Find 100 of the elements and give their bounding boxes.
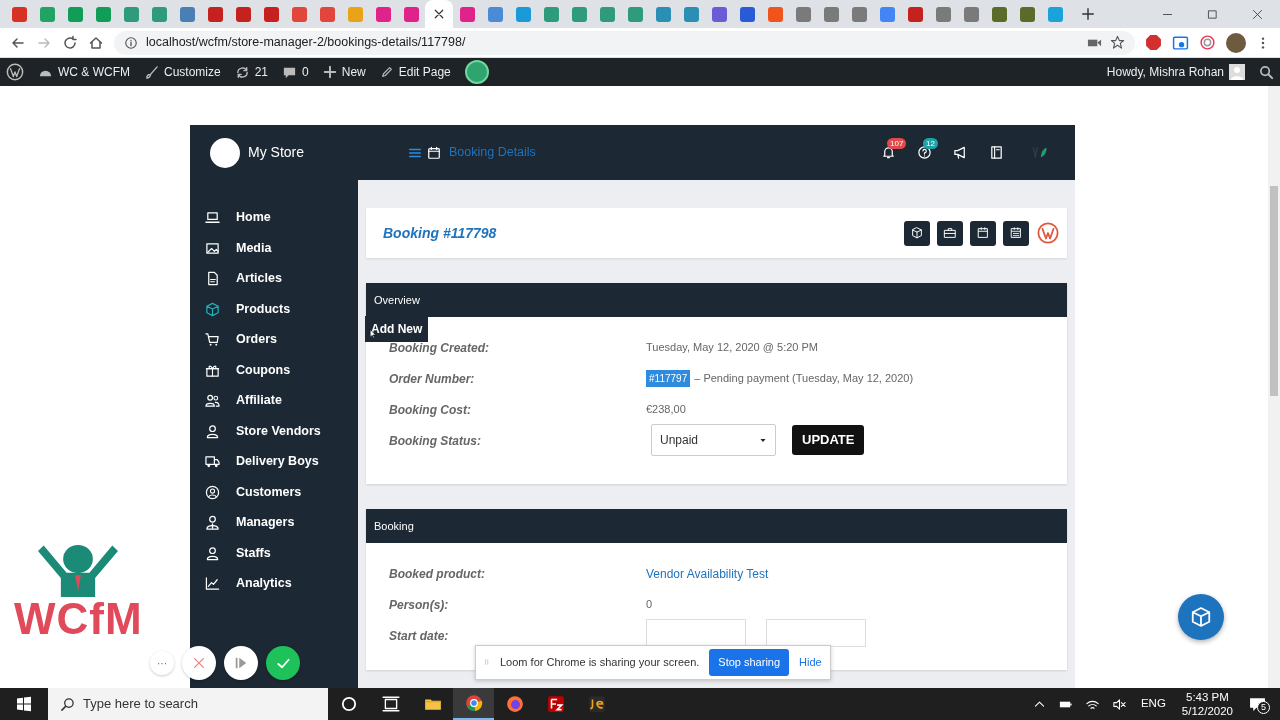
section-header: Booking [366, 509, 1067, 543]
field-label: Booking Created: [389, 340, 490, 357]
pencil-icon [379, 65, 394, 79]
field-value: – Pending payment (Tuesday, May 12, 2020) [694, 371, 914, 387]
logo-text: WCfM [14, 597, 143, 641]
sidebar-item[interactable]: Coupons [190, 357, 358, 383]
toolbar-button[interactable] [904, 220, 930, 246]
sidebar-item[interactable]: Media [190, 235, 358, 261]
avatar[interactable] [1226, 32, 1246, 53]
info-icon [124, 35, 138, 50]
cortana-icon [340, 695, 358, 713]
refresh-icon [234, 64, 250, 80]
notification-center[interactable]: 5 [1249, 695, 1266, 713]
order-number-link[interactable]: #117797 [646, 370, 691, 387]
app-icon [587, 695, 606, 713]
mascot-icon [38, 545, 119, 597]
scroll-thumb[interactable] [1270, 186, 1278, 396]
customize-link[interactable]: Customize [144, 63, 221, 81]
sidebar-item[interactable]: Orders [190, 326, 358, 353]
search-icon [60, 696, 75, 712]
updates-link[interactable]: 21 [234, 63, 269, 81]
section-header: Overview [366, 283, 1067, 317]
search-placeholder: Type here to search [83, 695, 198, 714]
clock-date[interactable]: 5/12/2020 [1181, 704, 1233, 718]
wordpress-icon[interactable] [6, 63, 24, 81]
taskbar-search[interactable]: Type here to search [48, 688, 328, 720]
taskbar-app[interactable] [453, 688, 494, 720]
time-field[interactable] [766, 619, 866, 647]
user-icon [1229, 64, 1245, 80]
pause-play-icon [234, 656, 248, 670]
field-value: 0 [646, 597, 653, 612]
field-label: Start date: [389, 628, 450, 645]
edit-page-link[interactable]: Edit Page [379, 63, 451, 81]
search-icon[interactable] [1259, 64, 1274, 80]
briefcase-icon [943, 226, 957, 240]
sharing-message: Loom for Chrome is sharing your screen. [500, 655, 700, 670]
calendar-icon [976, 226, 990, 240]
product-link[interactable]: Vendor Availability Test [646, 557, 769, 583]
status-select[interactable]: Unpaid [651, 424, 776, 456]
bell-icon[interactable] [881, 145, 896, 160]
update-button[interactable]: UPDATE [792, 425, 865, 455]
count-badge: 107 [887, 138, 907, 149]
sidebar-item[interactable]: Products [190, 296, 358, 322]
field-label: Booked product: [389, 566, 486, 583]
task-view-icon [382, 695, 400, 713]
maximize-icon[interactable] [1206, 7, 1219, 21]
cube-icon [910, 226, 924, 240]
star-icon[interactable] [1110, 35, 1125, 50]
plus-icon [322, 65, 337, 79]
windows-icon [16, 696, 32, 712]
close-icon[interactable] [1251, 7, 1264, 21]
field-label: Booking Cost: [389, 402, 472, 419]
sidebar-item[interactable]: Affiliate [190, 387, 358, 414]
stop-sharing-button[interactable]: Stop sharing [709, 649, 790, 676]
new-link[interactable]: New [322, 63, 366, 81]
toolbar-button[interactable] [970, 220, 996, 246]
screenshot-icon[interactable] [1172, 34, 1189, 51]
sidebar-item[interactable]: Staffs [190, 540, 358, 566]
tooltip: Add New [365, 316, 429, 342]
address-bar[interactable]: localhost/wcfm/store-manager-2/bookings-details/117798/ [114, 30, 1135, 55]
field-value: €238,00 [646, 402, 686, 417]
url-text: localhost/wcfm/store-manager-2/bookings-details/117798/ [146, 34, 466, 52]
hide-link[interactable]: Hide [799, 654, 822, 671]
reload-icon[interactable] [62, 34, 78, 51]
field-label: Person(s): [389, 597, 450, 614]
toolbar-button[interactable] [1003, 220, 1029, 246]
filezilla-icon [546, 695, 565, 713]
clock-time[interactable]: 5:43 PM [1186, 690, 1229, 704]
calendar-icon [427, 145, 441, 160]
muted-speaker-icon[interactable] [1111, 696, 1127, 712]
megaphone-icon[interactable] [953, 145, 968, 160]
wordpress-icon[interactable] [1037, 222, 1059, 244]
sidebar-item[interactable]: Articles [190, 265, 358, 292]
sidebar-item[interactable]: Analytics [190, 570, 358, 597]
home-icon[interactable] [88, 34, 104, 51]
new-tab-icon[interactable] [1081, 7, 1095, 21]
sidebar-item[interactable]: Store Vendors [190, 418, 358, 444]
caret-icon [759, 436, 767, 444]
sidebar-item[interactable]: Home [190, 204, 358, 231]
comments-link[interactable]: 0 [282, 63, 309, 81]
store-name[interactable]: My Store [248, 142, 304, 163]
count-badge: 12 [923, 138, 938, 149]
sidebar-item[interactable]: Customers [190, 479, 358, 505]
field-label: Order Number: [389, 371, 476, 388]
avatar[interactable] [464, 60, 489, 84]
help-icon[interactable] [917, 145, 932, 160]
adblock-icon[interactable] [1145, 34, 1162, 51]
close-icon[interactable] [433, 8, 445, 20]
sidebar-item[interactable]: Managers [190, 509, 358, 536]
site-menu[interactable]: WC & WCFM [38, 63, 130, 81]
scrollbar[interactable] [1268, 86, 1280, 688]
field-value: Tuesday, May 12, 2020 @ 5:20 PM [646, 340, 818, 355]
store-logo[interactable] [210, 137, 240, 168]
language-indicator[interactable]: ENG [1140, 695, 1166, 713]
book-icon[interactable] [989, 145, 1004, 160]
date-field[interactable] [646, 619, 746, 647]
sidebar-item[interactable]: Delivery Boys [190, 448, 358, 475]
spiral-icon[interactable] [1199, 34, 1216, 51]
account-menu[interactable]: Howdy, Mishra Rohan [1106, 63, 1245, 81]
toolbar-button[interactable] [937, 220, 963, 246]
